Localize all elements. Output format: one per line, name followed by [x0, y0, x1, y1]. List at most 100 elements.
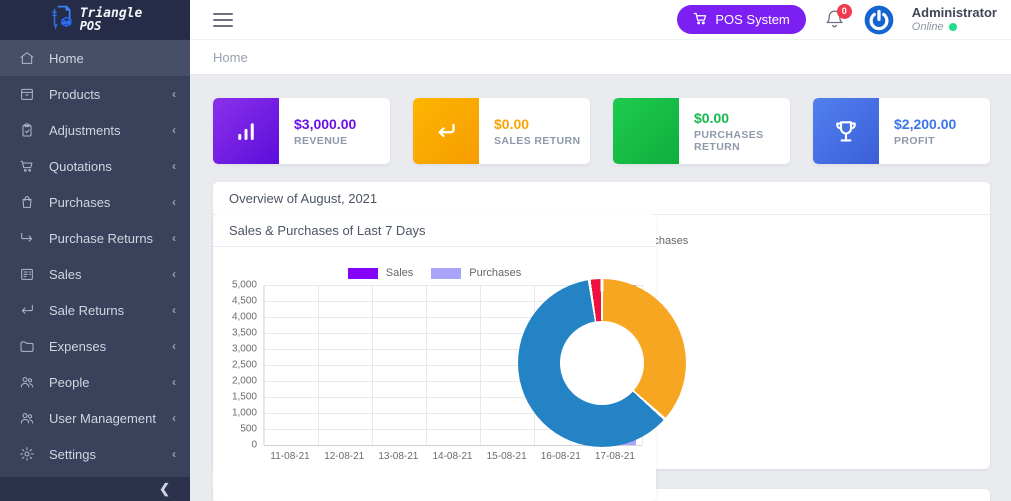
dashboard-content: $3,000.00REVENUE $0.00SALES RETURN $0.00 PU… — [190, 75, 1011, 501]
stat-info: $0.00SALES RETURN — [479, 116, 580, 147]
stat-label: PURCHASES RETURN — [694, 129, 790, 153]
bell-icon — [824, 17, 845, 34]
sidebar-item-settings[interactable]: Settings‹ — [0, 436, 190, 472]
sidebar-item-purchase-returns[interactable]: Purchase Returns‹ — [0, 220, 190, 256]
breadcrumb[interactable]: Home — [213, 50, 248, 65]
stat-card-profit[interactable]: $2,200.00PROFIT — [813, 98, 990, 164]
cart-icon — [693, 11, 708, 29]
sidebar-item-adjustments[interactable]: Adjustments‹ — [0, 112, 190, 148]
chevron-left-icon: ❮ — [159, 481, 170, 497]
gridline-vertical — [480, 285, 481, 445]
sidebar-item-products[interactable]: Products‹ — [0, 76, 190, 112]
sidebar-item-label: People — [49, 375, 172, 390]
app-root: Triangle POS HomeProducts‹Adjustments‹Qu… — [0, 0, 1011, 501]
sidebar-item-sales[interactable]: Sales‹ — [0, 256, 190, 292]
sidebar-item-user-management[interactable]: User Management‹ — [0, 400, 190, 436]
sidebar-item-label: Adjustments — [49, 123, 172, 138]
chevron-left-icon: ‹ — [172, 303, 176, 317]
gridline-vertical — [318, 285, 319, 445]
sidebar-item-people[interactable]: People‹ — [0, 364, 190, 400]
legend-label: Sales — [386, 267, 414, 279]
y-axis-tick: 5,000 — [232, 280, 257, 291]
legend-swatch — [348, 268, 378, 279]
legend-label: Purchases — [469, 267, 521, 279]
users-icon — [18, 410, 35, 427]
sidebar-item-label: Purchase Returns — [49, 231, 172, 246]
y-axis-tick: 3,500 — [232, 328, 257, 339]
online-status-dot — [949, 23, 957, 31]
corner-down-right-icon — [18, 230, 35, 247]
donut-ring[interactable] — [518, 279, 686, 447]
chevron-left-icon: ‹ — [172, 447, 176, 461]
chevron-left-icon: ‹ — [172, 267, 176, 281]
stat-amount: $3,000.00 — [294, 116, 356, 132]
breadcrumb-bar: Home — [190, 40, 1011, 75]
chevron-left-icon: ‹ — [172, 339, 176, 353]
y-axis-tick: 500 — [240, 424, 257, 435]
notification-badge: 0 — [837, 4, 852, 19]
y-axis-tick: 1,000 — [232, 408, 257, 419]
gear-icon — [18, 446, 35, 463]
y-axis-tick: 4,000 — [232, 312, 257, 323]
trophy-icon — [813, 98, 879, 164]
sidebar-item-expenses[interactable]: Expenses‹ — [0, 328, 190, 364]
stat-card-sales-return[interactable]: $0.00SALES RETURN — [413, 98, 590, 164]
corner-down-left-icon — [18, 302, 35, 319]
stats-row: $3,000.00REVENUE $0.00SALES RETURN $0.00 PU… — [213, 98, 990, 164]
bar-chart-icon — [213, 98, 279, 164]
x-axis-tick: 11-08-21 — [263, 451, 317, 462]
shopping-bag-icon — [18, 194, 35, 211]
x-axis-tick: 16-08-21 — [534, 451, 588, 462]
user-info[interactable]: Administrator Online — [912, 6, 997, 34]
x-axis-tick: 14-08-21 — [425, 451, 479, 462]
sidebar-item-home[interactable]: Home — [0, 40, 190, 76]
gridline-vertical — [426, 285, 427, 445]
sidebar-nav: HomeProducts‹Adjustments‹Quotations‹Purc… — [0, 40, 190, 477]
triangle-pos-logo-icon — [48, 4, 74, 36]
stat-info: $3,000.00REVENUE — [279, 116, 356, 147]
y-axis-tick: 4,500 — [232, 296, 257, 307]
clipboard-check-icon — [18, 122, 35, 139]
sidebar-collapse-button[interactable]: ❮ — [0, 477, 190, 501]
newspaper-icon — [18, 266, 35, 283]
stat-label: PROFIT — [894, 135, 956, 147]
pos-system-button[interactable]: POS System — [677, 5, 805, 34]
sidebar-item-sale-returns[interactable]: Sale Returns‹ — [0, 292, 190, 328]
hamburger-menu-icon[interactable] — [213, 13, 233, 27]
notifications-button[interactable]: 0 — [824, 8, 846, 32]
chevron-left-icon: ‹ — [172, 87, 176, 101]
legend-item-sales[interactable]: Sales — [348, 267, 414, 279]
stat-card-revenue[interactable]: $3,000.00REVENUE — [213, 98, 390, 164]
home-icon — [18, 50, 35, 67]
stat-label: SALES RETURN — [494, 135, 580, 147]
donut-chart-title: Overview of August, 2021 — [229, 191, 377, 206]
y-axis-tick: 0 — [251, 440, 257, 451]
chevron-left-icon: ‹ — [172, 231, 176, 245]
bar-chart-legend: Sales Purchases — [213, 267, 656, 279]
logo-subtitle: POS — [80, 19, 102, 33]
sidebar-item-label: User Management — [49, 411, 172, 426]
box-icon — [18, 86, 35, 103]
sidebar-item-quotations[interactable]: Quotations‹ — [0, 148, 190, 184]
y-axis-tick: 2,000 — [232, 376, 257, 387]
stat-info: $0.00 PURCHASES RETURN — [679, 110, 790, 153]
logo-text: Triangle POS — [80, 8, 143, 33]
stat-card-purchases-return[interactable]: $0.00 PURCHASES RETURN — [613, 98, 790, 164]
folder-icon — [18, 338, 35, 355]
bar-chart-header: Sales & Purchases of Last 7 Days — [213, 214, 656, 247]
legend-item-purchases[interactable]: Purchases — [431, 267, 521, 279]
app-logo[interactable]: Triangle POS — [0, 0, 190, 40]
x-axis-tick: 15-08-21 — [480, 451, 534, 462]
user-status-label: Online — [912, 20, 944, 34]
main-column: POS System 0 — [190, 0, 1011, 501]
gridline-vertical — [264, 285, 265, 445]
user-avatar[interactable] — [864, 5, 894, 35]
sidebar-item-label: Purchases — [49, 195, 172, 210]
pos-button-label: POS System — [715, 12, 789, 27]
bar-chart-title: Sales & Purchases of Last 7 Days — [229, 223, 426, 238]
top-bar: POS System 0 — [190, 0, 1011, 40]
sidebar-item-label: Sale Returns — [49, 303, 172, 318]
chevron-left-icon: ‹ — [172, 411, 176, 425]
stat-amount: $0.00 — [694, 110, 790, 126]
sidebar-item-purchases[interactable]: Purchases‹ — [0, 184, 190, 220]
